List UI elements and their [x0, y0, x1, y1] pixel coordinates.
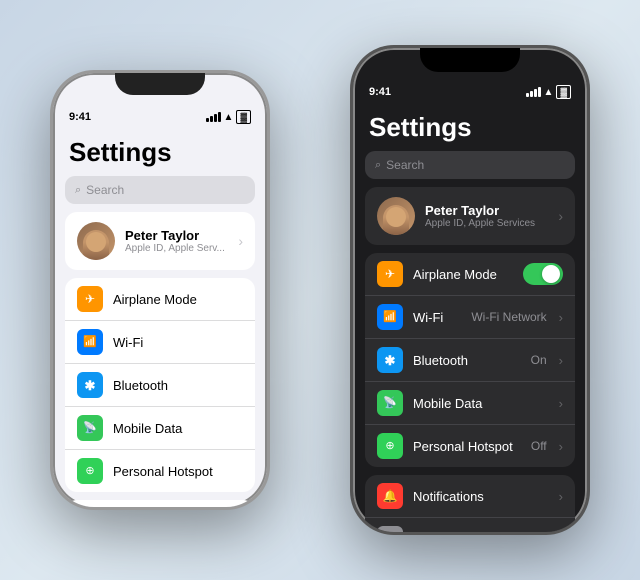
bluetooth-icon: ✱ [77, 372, 103, 398]
list-item[interactable]: 🔔 Notifications [65, 500, 255, 507]
dark-airplane-label: Airplane Mode [413, 267, 513, 282]
dark-wifi-value: Wi-Fi Network [471, 310, 546, 324]
mobile-data-label: Mobile Data [113, 421, 243, 436]
light-group-1: ✈ Airplane Mode 📶 Wi-Fi ✱ Bluetooth 📡 Mo… [65, 278, 255, 492]
dark-status-time: 9:41 [369, 86, 391, 98]
dark-search-icon: ⌕ [375, 159, 381, 172]
light-search-bar[interactable]: ⌕ Search [65, 176, 255, 204]
dark-profile-info: Peter Taylor Apple ID, Apple Services [425, 203, 548, 229]
dark-hotspot-value: Off [531, 439, 547, 453]
light-avatar [77, 222, 115, 260]
dark-notifications-label: Notifications [413, 489, 547, 504]
dark-hotspot-chevron: › [559, 439, 563, 454]
list-item[interactable]: ✈ Airplane Mode [365, 253, 575, 296]
dark-search-text: Search [386, 158, 424, 172]
avatar-figure [83, 230, 109, 260]
dark-wifi-icon: ▲ [544, 87, 554, 98]
airplane-label: Airplane Mode [113, 292, 243, 307]
light-profile-sub: Apple ID, Apple Serv... [125, 243, 228, 254]
list-item[interactable]: 📡 Mobile Data [65, 407, 255, 450]
battery-icon: ▓ [236, 110, 251, 124]
wifi-label: Wi-Fi [113, 335, 243, 350]
dark-mobile-data-icon: 📡 [377, 390, 403, 416]
dark-control-centre-label: Control Centre [413, 532, 547, 533]
list-item[interactable]: ✱ Bluetooth [65, 364, 255, 407]
light-profile-chevron: › [238, 233, 243, 249]
light-profile-info: Peter Taylor Apple ID, Apple Serv... [125, 228, 228, 254]
dark-mobile-data-label: Mobile Data [413, 396, 547, 411]
dark-profile-name: Peter Taylor [425, 203, 548, 218]
dark-notif-chevron: › [559, 489, 563, 504]
list-item[interactable]: 📡 Mobile Data › [365, 382, 575, 425]
phones-container: 9:41 ▲ ▓ Settings [20, 10, 620, 570]
signal-icon [206, 112, 221, 122]
list-item[interactable]: 📶 Wi-Fi Wi-Fi Network › [365, 296, 575, 339]
dark-wifi-settings-icon: 📶 [377, 304, 403, 330]
light-status-bar: 9:41 ▲ ▓ [53, 101, 267, 129]
dark-bluetooth-icon: ✱ [377, 347, 403, 373]
dark-avatar-figure [383, 205, 409, 235]
bluetooth-label: Bluetooth [113, 378, 243, 393]
light-phone: 9:41 ▲ ▓ Settings [50, 70, 270, 510]
airplane-toggle[interactable] [523, 263, 563, 285]
list-item[interactable]: ✱ Bluetooth On › [365, 339, 575, 382]
dark-screen: 9:41 ▲ ▓ Settings [353, 48, 587, 532]
dark-phone: 9:41 ▲ ▓ Settings [350, 45, 590, 535]
dark-avatar-head [386, 207, 406, 227]
list-item[interactable]: 🔔 Notifications › [365, 475, 575, 518]
light-content: 9:41 ▲ ▓ Settings [53, 73, 267, 507]
dark-wifi-label: Wi-Fi [413, 310, 461, 325]
dark-settings-title: Settings [353, 104, 587, 147]
dark-avatar [377, 197, 415, 235]
dark-battery-icon: ▓ [556, 85, 571, 99]
dark-profile-chevron: › [558, 208, 563, 224]
dark-profile-sub: Apple ID, Apple Services [425, 218, 548, 229]
dark-hotspot-icon: ⊕ [377, 433, 403, 459]
hotspot-icon: ⊕ [77, 458, 103, 484]
wifi-icon: ▲ [224, 112, 234, 123]
light-search-text: Search [86, 183, 124, 197]
dark-control-centre-icon: ⊞ [377, 526, 403, 532]
mobile-data-icon: 📡 [77, 415, 103, 441]
dark-hotspot-label: Personal Hotspot [413, 439, 521, 454]
light-group-2: 🔔 Notifications ⊞ Control Centre ☽ Do No… [65, 500, 255, 507]
light-profile-card[interactable]: Peter Taylor Apple ID, Apple Serv... › [65, 212, 255, 270]
dark-group-2: 🔔 Notifications › ⊞ Control Centre › ☽ D… [365, 475, 575, 532]
dark-group-1: ✈ Airplane Mode 📶 Wi-Fi Wi-Fi Network › … [365, 253, 575, 467]
dark-bluetooth-label: Bluetooth [413, 353, 521, 368]
light-screen: 9:41 ▲ ▓ Settings [53, 73, 267, 507]
dark-status-icons: ▲ ▓ [526, 85, 571, 99]
light-status-icons: ▲ ▓ [206, 110, 251, 124]
light-profile-name: Peter Taylor [125, 228, 228, 243]
list-item[interactable]: ✈ Airplane Mode [65, 278, 255, 321]
list-item[interactable]: ⊞ Control Centre › [365, 518, 575, 532]
list-item[interactable]: ⊕ Personal Hotspot [65, 450, 255, 492]
dark-status-bar: 9:41 ▲ ▓ [353, 76, 587, 104]
dark-notifications-icon: 🔔 [377, 483, 403, 509]
avatar-head [86, 232, 106, 252]
dark-airplane-icon: ✈ [377, 261, 403, 287]
light-settings-title: Settings [53, 129, 267, 172]
dark-signal-icon [526, 87, 541, 97]
dark-search-bar[interactable]: ⌕ Search [365, 151, 575, 179]
light-notch [115, 73, 205, 95]
dark-content: 9:41 ▲ ▓ Settings [353, 48, 587, 532]
light-search-icon: ⌕ [75, 184, 81, 197]
dark-profile-card[interactable]: Peter Taylor Apple ID, Apple Services › [365, 187, 575, 245]
airplane-icon: ✈ [77, 286, 103, 312]
light-status-time: 9:41 [69, 111, 91, 123]
dark-wifi-chevron: › [559, 310, 563, 325]
list-item[interactable]: ⊕ Personal Hotspot Off › [365, 425, 575, 467]
list-item[interactable]: 📶 Wi-Fi [65, 321, 255, 364]
wifi-settings-icon: 📶 [77, 329, 103, 355]
hotspot-label: Personal Hotspot [113, 464, 243, 479]
dark-notch [420, 48, 520, 72]
dark-mobile-chevron: › [559, 396, 563, 411]
dark-bluetooth-value: On [531, 353, 547, 367]
dark-cc-chevron: › [559, 532, 563, 533]
dark-bluetooth-chevron: › [559, 353, 563, 368]
